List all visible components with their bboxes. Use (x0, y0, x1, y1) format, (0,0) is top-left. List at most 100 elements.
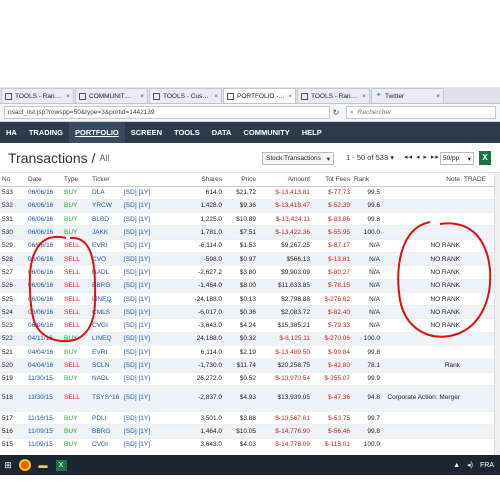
cell-ticker[interactable]: CVO (90, 252, 122, 267)
column-header[interactable]: Date (26, 174, 62, 187)
cell-ticker[interactable]: EVRI (90, 345, 122, 360)
close-icon[interactable]: × (362, 93, 366, 100)
browser-tab[interactable]: ✦ Twitter × (371, 88, 444, 103)
browser-tab[interactable]: PORTFOLIO -… × (223, 88, 296, 103)
cell-links[interactable]: [SD] [1Y] (122, 332, 168, 347)
firefox-icon[interactable] (16, 455, 34, 475)
column-header[interactable]: Price (224, 174, 258, 187)
column-header[interactable]: No (0, 174, 26, 187)
cell-amount: $-13,567.61 (258, 411, 312, 426)
column-header[interactable]: Rank (352, 174, 382, 187)
nav-item-help[interactable]: HELP (296, 122, 328, 143)
reload-icon[interactable]: ↻ (330, 108, 342, 117)
cell-note (382, 225, 462, 240)
cell-links[interactable]: [SD] [1Y] (122, 358, 168, 373)
column-header[interactable]: Type (62, 174, 90, 187)
cell-ticker[interactable]: JAKK (90, 225, 122, 240)
browser-tab[interactable]: TOOLS - Ran… × (1, 88, 74, 103)
cell-ticker[interactable]: CVGI (90, 318, 122, 333)
cell-links[interactable]: [SD] [1Y] (122, 186, 168, 200)
close-icon[interactable]: × (66, 93, 70, 100)
column-header[interactable]: Shares (168, 174, 224, 187)
per-page-select[interactable]: 50/pp ▾ (440, 152, 474, 165)
search-field[interactable]: ⌕ Rechercher (346, 106, 496, 119)
close-icon[interactable]: × (288, 93, 292, 100)
cell-amount: $9,903.09 (258, 265, 312, 280)
cell-ticker[interactable]: YRCW (90, 199, 122, 214)
column-header[interactable]: Amount (258, 174, 312, 187)
cell-links[interactable]: [SD] [1Y] (122, 252, 168, 267)
nav-item-portfolio[interactable]: PORTFOLIO (69, 122, 125, 143)
table-row: 525 06/06/16 SELL LINEQ [SD] [1Y] -24,188.0 $0… (0, 292, 500, 307)
column-header[interactable]: Note (382, 174, 462, 187)
excel-taskbar-icon[interactable]: X (52, 455, 70, 475)
cell-no: 526 (0, 279, 26, 293)
column-header[interactable]: Ticker (90, 174, 122, 187)
cell-links[interactable]: [SD] [1Y] (122, 292, 168, 307)
cell-ticker[interactable]: BBRG (90, 424, 122, 439)
cell-ticker[interactable]: CVGI (90, 438, 122, 452)
cell-fees: $-82.40 (312, 305, 352, 320)
cell-note (382, 332, 462, 347)
cell-ticker[interactable]: LINEQ (90, 292, 122, 307)
start-icon[interactable]: ⊞ (0, 455, 16, 475)
cell-ticker[interactable]: SCLN (90, 358, 122, 373)
cell-links[interactable]: [SD] [1Y] (122, 305, 168, 320)
cell-links[interactable]: [SD] [1Y] (122, 318, 168, 333)
cell-ticker[interactable]: NADL (90, 265, 122, 280)
cell-links[interactable]: [SD] [1Y] (122, 279, 168, 293)
cell-ticker[interactable]: DLA (90, 186, 122, 200)
vertical-scrollbar[interactable] (494, 174, 500, 455)
cell-no: 515 (0, 438, 26, 452)
nav-item-ha[interactable]: HA (0, 122, 23, 143)
cell-amount: $2,798.88 (258, 292, 312, 307)
column-header[interactable] (122, 174, 168, 187)
cell-type: BUY (62, 199, 90, 214)
cell-ticker[interactable]: BBRG (90, 279, 122, 293)
close-icon[interactable]: × (140, 93, 144, 100)
browser-tab[interactable]: COMMUNIT… × (75, 88, 148, 103)
cell-links[interactable]: [SD] [1Y] (122, 411, 168, 426)
cell-links[interactable]: [SD] [1Y] (122, 345, 168, 360)
pager-buttons[interactable]: ◂◂ ◂ ▸ ▸▸ (404, 153, 440, 161)
browser-tab[interactable]: TOOLS - Cus… × (149, 88, 222, 103)
folder-icon[interactable]: ▬ (34, 455, 52, 475)
close-icon[interactable]: × (214, 93, 218, 100)
table-row: 531 06/06/16 BUY BLBD [SD] [1Y] 1,225.0 $10.89… (0, 212, 500, 227)
cell-ticker[interactable]: CMLS (90, 305, 122, 320)
excel-export-icon[interactable]: X (479, 151, 491, 165)
cell-price: $2.19 (224, 345, 258, 360)
cell-links[interactable]: [SD] [1Y] (122, 239, 168, 253)
cell-links[interactable]: [SD] [1Y] (122, 372, 168, 386)
column-header[interactable]: Tot Fees (312, 174, 352, 187)
transaction-type-select[interactable]: Stock Transactions ▾ (262, 152, 334, 165)
cell-links[interactable]: [SD] [1Y] (122, 199, 168, 214)
cell-ticker[interactable]: EVRI (90, 239, 122, 253)
nav-item-screen[interactable]: SCREEN (125, 122, 168, 143)
language-indicator[interactable]: FRA (480, 462, 494, 469)
nav-item-trading[interactable]: TRADING (23, 122, 69, 143)
range-indicator[interactable]: 1 - 50 of 533 ▾ (346, 153, 394, 162)
volume-icon[interactable]: ◂) (467, 461, 473, 469)
cell-links[interactable]: [SD] [1Y] (122, 424, 168, 439)
nav-item-community[interactable]: COMMUNITY (237, 122, 295, 143)
cell-links[interactable]: [SD] [1Y] (122, 265, 168, 280)
cell-price: $3.88 (224, 411, 258, 426)
cell-ticker[interactable]: TSYS^16 (90, 385, 122, 412)
url-field[interactable]: nsact_list.jsp?rowspp=50&type=3&portid=1… (4, 106, 330, 119)
cell-ticker[interactable]: BLBD (90, 212, 122, 227)
cell-links[interactable]: [SD] [1Y] (122, 385, 168, 412)
cell-links[interactable]: [SD] [1Y] (122, 225, 168, 240)
cell-ticker[interactable]: LINEQ (90, 332, 122, 347)
page-subtitle[interactable]: All (99, 153, 109, 163)
cell-note (382, 424, 462, 439)
cell-ticker[interactable]: NADL (90, 372, 122, 386)
nav-item-data[interactable]: DATA (206, 122, 238, 143)
network-icon[interactable]: ▲ (453, 462, 460, 469)
cell-links[interactable]: [SD] [1Y] (122, 212, 168, 227)
cell-links[interactable]: [SD] [1Y] (122, 438, 168, 452)
cell-ticker[interactable]: PDLI (90, 411, 122, 426)
browser-tab[interactable]: TOOLS - Ran… × (297, 88, 370, 103)
nav-item-tools[interactable]: TOOLS (168, 122, 206, 143)
close-icon[interactable]: × (436, 93, 440, 100)
